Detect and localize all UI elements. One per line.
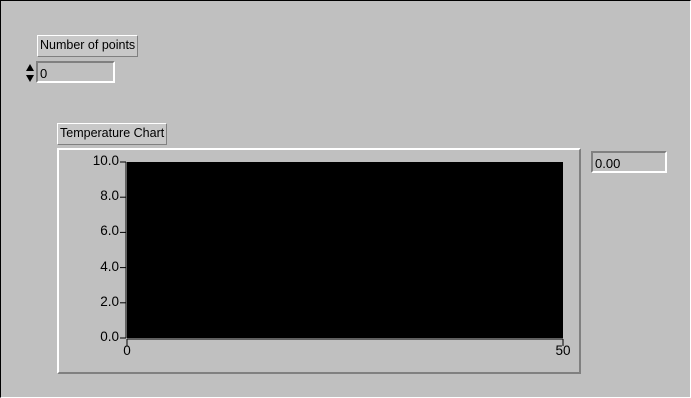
x-axis [126,338,564,346]
y-tick-label: 4.0 [100,258,119,274]
y-axis [120,161,127,339]
temperature-chart: 10.0 8.0 6.0 4.0 2.0 0.0 0 50 [57,148,581,374]
plot-area [127,162,563,338]
front-panel: Number of points 0 Temperature Chart 0.0… [0,0,691,398]
number-of-points-label: Number of points [37,35,139,57]
y-tick-label: 8.0 [100,188,119,204]
chart-digital-display: 0.00 [591,151,667,173]
increment-decrement-spinner[interactable] [25,62,35,84]
y-tick-label: 10.0 [92,153,119,168]
x-tick-label: 0 [123,343,131,358]
y-tick-label: 6.0 [100,223,119,239]
increment-arrow-icon[interactable] [26,64,34,71]
y-tick-label: 0.0 [100,329,119,344]
decrement-arrow-icon[interactable] [26,75,34,82]
y-tick-label: 2.0 [100,293,119,309]
temperature-chart-label: Temperature Chart [57,123,168,145]
number-of-points-input[interactable]: 0 [36,61,115,83]
x-tick-label: 50 [555,343,571,358]
chart-graphic [120,161,564,346]
